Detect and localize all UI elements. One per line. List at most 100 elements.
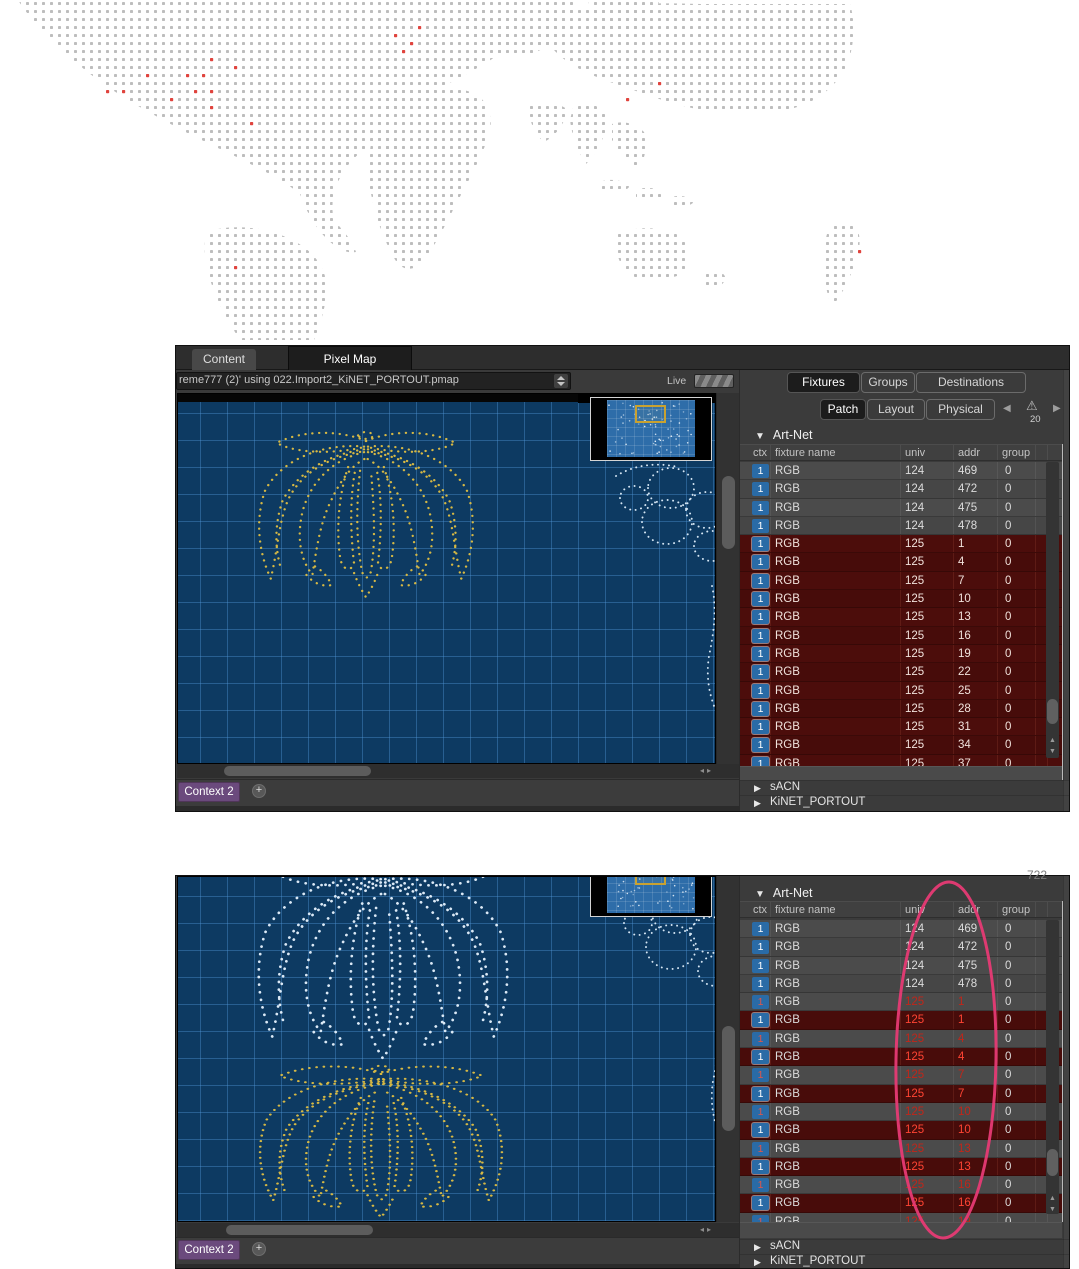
table-row[interactable]: 1 RGB 125 7 0 bbox=[740, 1066, 1062, 1085]
patch-table: 1 RGB 124 469 0 1 RGB 124 472 0 1 RGB 124 475 0 1 RGB 124… bbox=[740, 920, 1062, 1222]
table-row[interactable]: 1 RGB 125 13 0 bbox=[740, 1157, 1062, 1177]
table-scrollbar-track[interactable] bbox=[1046, 462, 1059, 758]
table-row[interactable]: 1 RGB 125 4 0 bbox=[740, 1029, 1062, 1049]
collapse-closed-icon[interactable]: ▶ bbox=[754, 1242, 761, 1253]
table-row[interactable]: 1 RGB 125 34 0 bbox=[740, 736, 1062, 755]
table-scrollbar-thumb[interactable] bbox=[1047, 699, 1058, 724]
table-row[interactable]: 1 RGB 125 37 0 bbox=[740, 754, 1062, 766]
viewport-vscroll-track[interactable] bbox=[716, 876, 740, 1222]
table-row[interactable]: 1 RGB 124 478 0 bbox=[740, 516, 1062, 536]
section-kinet[interactable]: ▶ KiNET_PORTOUT bbox=[740, 795, 1069, 810]
overview-minimap[interactable] bbox=[590, 397, 712, 461]
scroll-up-icon[interactable]: ▲ bbox=[1047, 736, 1058, 746]
table-row[interactable]: 1 RGB 125 10 0 bbox=[740, 590, 1062, 609]
live-toggle[interactable] bbox=[694, 374, 734, 388]
table-row[interactable]: 1 RGB 125 13 0 bbox=[740, 1139, 1062, 1158]
table-scrollbar-track[interactable] bbox=[1046, 920, 1059, 1214]
table-scrollbar-thumb[interactable] bbox=[1047, 1149, 1058, 1176]
table-row[interactable]: 1 RGB 124 472 0 bbox=[740, 938, 1062, 957]
table-row[interactable]: 1 RGB 125 10 0 bbox=[740, 1102, 1062, 1122]
nav-next-icon[interactable]: ▶ bbox=[1053, 403, 1061, 414]
tab-groups[interactable]: Groups bbox=[861, 372, 915, 393]
collapse-open-icon[interactable]: ▼ bbox=[755, 431, 765, 442]
table-row[interactable]: 1 RGB 125 25 0 bbox=[740, 681, 1062, 700]
tab-pixel-map[interactable]: Pixel Map bbox=[288, 346, 412, 370]
nav-prev-icon[interactable]: ◀ bbox=[1003, 403, 1011, 414]
scroll-up-icon[interactable]: ▲ bbox=[1047, 1194, 1058, 1204]
minimap-selection-rect[interactable] bbox=[635, 877, 666, 885]
bottom-strip bbox=[176, 806, 741, 811]
viewport-hscroll-thumb[interactable] bbox=[226, 1225, 373, 1235]
pixel-map-selector[interactable]: reme777 (2)' using 022.Import2_KiNET_POR… bbox=[176, 372, 571, 390]
table-row[interactable]: 1 RGB 125 31 0 bbox=[740, 718, 1062, 737]
context-tab[interactable]: Context 2 bbox=[178, 1240, 240, 1260]
add-context-button[interactable]: + bbox=[252, 1242, 266, 1256]
viewport-hscroll-thumb[interactable] bbox=[224, 766, 371, 776]
tab-physical[interactable]: Physical bbox=[926, 399, 995, 420]
table-row[interactable]: 1 RGB 125 10 0 bbox=[740, 1121, 1062, 1140]
viewport-vscroll-thumb[interactable] bbox=[722, 1026, 735, 1131]
table-row[interactable]: 1 RGB 125 22 0 bbox=[740, 663, 1062, 682]
table-row[interactable]: 1 RGB 124 475 0 bbox=[740, 956, 1062, 975]
table-row[interactable]: 1 RGB 124 469 0 bbox=[740, 920, 1062, 939]
table-row[interactable]: 1 RGB 124 472 0 bbox=[740, 480, 1062, 499]
table-row[interactable]: 1 RGB 125 19 0 bbox=[740, 644, 1062, 664]
table-row[interactable]: 1 RGB 125 19 0 bbox=[740, 1212, 1062, 1222]
page-number: 722 bbox=[1027, 868, 1048, 882]
section-sacn[interactable]: ▶ sACN bbox=[740, 1239, 1069, 1254]
table-row[interactable]: 1 RGB 125 16 0 bbox=[740, 626, 1062, 645]
section-sacn[interactable]: ▶ sACN bbox=[740, 780, 1069, 795]
header-divider bbox=[770, 445, 771, 460]
pixel-map-viewport[interactable] bbox=[177, 876, 716, 1222]
row-divider bbox=[997, 462, 998, 480]
pixel-map-viewport[interactable] bbox=[177, 393, 716, 764]
table-row[interactable]: 1 RGB 125 4 0 bbox=[740, 553, 1062, 572]
row-divider bbox=[953, 516, 954, 535]
tab-destinations[interactable]: Destinations bbox=[916, 372, 1026, 393]
table-row[interactable]: 1 RGB 125 16 0 bbox=[740, 1176, 1062, 1195]
table-row[interactable]: 1 RGB 125 1 0 bbox=[740, 1011, 1062, 1030]
collapse-open-icon[interactable]: ▼ bbox=[755, 889, 765, 900]
tab-content[interactable]: Content bbox=[192, 349, 256, 370]
collapse-closed-icon[interactable]: ▶ bbox=[754, 1257, 761, 1268]
table-row[interactable]: 1 RGB 125 1 0 bbox=[740, 993, 1062, 1012]
hscroll-arrows-icon[interactable]: ◂▸ bbox=[700, 766, 714, 775]
table-row[interactable]: 1 RGB 125 7 0 bbox=[740, 1084, 1062, 1103]
table-row[interactable]: 1 RGB 124 478 0 bbox=[740, 974, 1062, 994]
tab-patch[interactable]: Patch bbox=[820, 399, 866, 420]
table-row[interactable]: 1 RGB 125 16 0 bbox=[740, 1194, 1062, 1213]
section-artnet[interactable]: ▼ Art-Net bbox=[755, 428, 813, 442]
table-row[interactable]: 1 RGB 125 1 0 bbox=[740, 535, 1062, 554]
section-kinet[interactable]: ▶ KiNET_PORTOUT bbox=[740, 1254, 1069, 1268]
minimap-selection-rect[interactable] bbox=[635, 405, 666, 423]
add-context-button[interactable]: + bbox=[252, 784, 266, 798]
hscroll-arrows-icon[interactable]: ◂▸ bbox=[700, 1225, 714, 1234]
viewport-vscroll-track[interactable] bbox=[716, 393, 740, 764]
stepper-icon[interactable] bbox=[554, 374, 568, 388]
row-divider bbox=[997, 590, 998, 608]
table-row[interactable]: 1 RGB 125 4 0 bbox=[740, 1048, 1062, 1067]
context-tab[interactable]: Context 2 bbox=[178, 782, 240, 802]
fixtures-panel: ▼ Art-Net ctx fixture name univ addr group 1R… bbox=[739, 876, 1069, 1268]
collapse-closed-icon[interactable]: ▶ bbox=[754, 798, 761, 809]
row-divider bbox=[900, 462, 901, 480]
section-artnet[interactable]: ▼ Art-Net bbox=[755, 886, 813, 900]
tab-layout[interactable]: Layout bbox=[867, 399, 925, 420]
row-divider bbox=[770, 462, 771, 480]
table-row[interactable]: 1 RGB 124 469 0 bbox=[740, 462, 1062, 481]
row-divider bbox=[953, 736, 954, 754]
table-row[interactable]: 1 RGB 125 13 0 bbox=[740, 608, 1062, 627]
scroll-down-icon[interactable]: ▼ bbox=[1047, 747, 1058, 757]
cell-univ: 125 bbox=[905, 1197, 925, 1210]
table-row[interactable]: 1 RGB 125 28 0 bbox=[740, 699, 1062, 719]
viewport-vscroll-thumb[interactable] bbox=[722, 476, 735, 549]
table-row[interactable]: 1 RGB 124 475 0 bbox=[740, 498, 1062, 517]
overview-minimap[interactable] bbox=[590, 877, 712, 917]
table-row[interactable]: 1 RGB 125 7 0 bbox=[740, 571, 1062, 591]
collapse-closed-icon[interactable]: ▶ bbox=[754, 783, 761, 794]
viewport-hscroll-track[interactable]: ◂▸ bbox=[177, 764, 740, 778]
viewport-hscroll-track[interactable]: ◂▸ bbox=[177, 1223, 740, 1237]
row-divider bbox=[1035, 974, 1036, 993]
tab-fixtures[interactable]: Fixtures bbox=[787, 372, 860, 393]
scroll-down-icon[interactable]: ▼ bbox=[1047, 1205, 1058, 1215]
